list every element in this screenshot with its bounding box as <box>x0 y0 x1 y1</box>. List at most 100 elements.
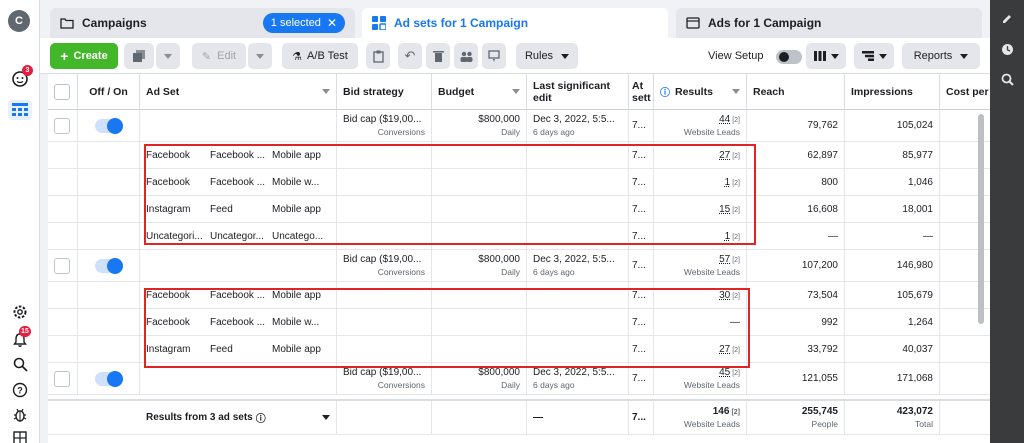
reach-cell: 33,792 <box>747 336 845 362</box>
adset-on-off-toggle[interactable] <box>94 117 123 134</box>
columns-button[interactable] <box>806 43 846 69</box>
info-icon[interactable]: ⓘ <box>256 410 266 425</box>
ads-manager-table-icon[interactable] <box>8 100 32 120</box>
clear-selection-close-icon[interactable]: ✕ <box>327 16 337 30</box>
tab-ad-sets[interactable]: Ad sets for 1 Campaign <box>362 8 668 38</box>
breakdown-row[interactable]: Facebook Facebook ... Mobile app 7... 30 [2] 7… <box>48 282 990 309</box>
reach-value: 16,608 <box>807 203 838 215</box>
results-value: 30 <box>719 289 731 301</box>
history-clock-icon[interactable] <box>998 40 1016 58</box>
settings-gear-icon[interactable] <box>10 302 30 322</box>
rules-button[interactable]: Rules <box>516 43 578 69</box>
results-value: 44 <box>719 114 731 125</box>
reports-label: Reports <box>913 50 953 62</box>
ab-test-button[interactable]: ⚗ A/B Test <box>282 43 358 69</box>
header-cost-per[interactable]: Cost per <box>940 74 990 110</box>
account-avatar[interactable]: C <box>8 10 30 32</box>
breakdown-button[interactable] <box>854 43 894 69</box>
clipboard-button[interactable] <box>366 43 390 69</box>
chevron-down-icon[interactable] <box>322 415 330 420</box>
breakdown-row[interactable]: Uncategori... Uncategor... Uncatego... 7...… <box>48 223 990 250</box>
view-setup-toggle[interactable] <box>776 50 802 64</box>
adset-on-off-toggle[interactable] <box>94 257 123 274</box>
impressions-cell: 40,037 <box>845 336 940 362</box>
header-impressions[interactable]: Impressions <box>845 74 940 110</box>
notifications-icon[interactable]: 3 <box>10 65 33 88</box>
results-line: 1 [2] <box>725 177 740 188</box>
duplicate-button[interactable] <box>124 43 154 69</box>
bug-report-icon[interactable] <box>10 405 30 425</box>
delete-button[interactable] <box>426 43 450 69</box>
breakdown-row[interactable]: Instagram Feed Mobile app 7... 27 [2] 33,792 40… <box>48 336 990 363</box>
undo-button[interactable]: ↶ <box>398 43 422 69</box>
reach-value: 33,792 <box>807 343 838 355</box>
sort-chevron-icon[interactable] <box>322 89 330 94</box>
last-edit-cell <box>527 309 629 335</box>
left-nav-rail: C 3 15 ? <box>0 0 40 443</box>
table-scrollbar[interactable] <box>978 114 984 324</box>
breakdown-row[interactable]: Facebook Facebook ... Mobile app 7... 27 [2] 6… <box>48 142 990 169</box>
reports-grid-icon[interactable] <box>10 428 30 443</box>
results-cell: 57 [2] Website Leads <box>654 250 747 281</box>
last-edit-cell <box>527 223 629 249</box>
tab-campaigns[interactable]: Campaigns 1 selected ✕ <box>50 8 355 38</box>
reach-value: 73,504 <box>807 289 838 301</box>
header-budget[interactable]: Budget <box>432 74 527 110</box>
adset-row[interactable]: Bid cap ($19,00... Conversions $800,000 Dai… <box>48 363 990 395</box>
totals-results-line: 146 [2] <box>713 406 740 417</box>
adset-on-off-toggle[interactable] <box>94 370 123 387</box>
duplicate-dropdown-button[interactable] <box>156 43 180 69</box>
edit-button[interactable]: ✎ Edit <box>192 43 246 69</box>
ad-set-name-cell: Uncategori... Uncategor... Uncatego... <box>140 223 337 249</box>
reports-button[interactable]: Reports <box>902 43 980 69</box>
breakdown-row[interactable]: Instagram Feed Mobile app 7... 15 [2] 16,608 18… <box>48 196 990 223</box>
header-last-edit[interactable]: Last significant edit <box>527 74 629 110</box>
impressions-cell: 1,046 <box>845 169 940 195</box>
ad-set-name-cell: Facebook Facebook ... Mobile app <box>140 282 337 308</box>
adset-row[interactable]: Bid cap ($19,00... Conversions $800,000 Dai… <box>48 110 990 142</box>
duplicate-icon <box>133 50 145 62</box>
help-icon[interactable]: ? <box>10 380 30 400</box>
search-icon[interactable] <box>10 354 30 374</box>
sort-chevron-icon[interactable] <box>512 89 520 94</box>
header-cost-per-label: Cost per <box>946 85 989 98</box>
attribution-value: 7... <box>632 373 646 384</box>
header-attribution[interactable]: At sett <box>629 74 654 110</box>
select-all-checkbox[interactable] <box>54 83 70 100</box>
header-bid-strategy[interactable]: Bid strategy <box>337 74 432 110</box>
breakdown-row[interactable]: Facebook Facebook ... Mobile w... 7... — 992 1… <box>48 309 990 336</box>
header-off-on[interactable]: Off / On <box>78 74 140 110</box>
preview-button[interactable] <box>482 43 506 69</box>
impressions-value: 171,068 <box>896 373 933 384</box>
reach-cell: 800 <box>747 169 845 195</box>
adset-row[interactable]: Bid cap ($19,00... Conversions $800,000 Dai… <box>48 250 990 282</box>
edit-dropdown-button[interactable] <box>248 43 272 69</box>
attribution-value: 7... <box>632 176 646 188</box>
zoom-search-icon[interactable] <box>998 70 1016 88</box>
header-results[interactable]: ⓘ Results <box>654 74 747 110</box>
tab-ads[interactable]: Ads for 1 Campaign <box>676 8 982 38</box>
impressions-value: 105,679 <box>896 289 933 301</box>
header-reach[interactable]: Reach <box>747 74 845 110</box>
results-cell: 27 [2] <box>654 336 747 362</box>
create-button[interactable]: + Create <box>50 43 118 69</box>
alerts-bell-icon[interactable]: 15 <box>10 326 31 350</box>
sort-chevron-icon[interactable] <box>732 89 740 94</box>
header-ad-set[interactable]: Ad Set <box>140 74 337 110</box>
totals-edit-cell: — <box>527 401 629 434</box>
row-checkbox[interactable] <box>54 257 70 274</box>
ad-set-name-cell: Facebook Facebook ... Mobile app <box>140 142 337 168</box>
info-icon[interactable]: ⓘ <box>660 84 670 99</box>
ad-set-name-cell: Facebook Facebook ... Mobile w... <box>140 309 337 335</box>
totals-attr-value: 7... <box>632 412 646 423</box>
breakdown-row[interactable]: Facebook Facebook ... Mobile w... 7... 1 [2] 8… <box>48 169 990 196</box>
attribution-cell: 7... <box>629 309 654 335</box>
last-edit-sub: 6 days ago <box>533 380 575 390</box>
edit-pencil-icon[interactable] <box>998 10 1016 28</box>
row-checkbox[interactable] <box>54 370 70 387</box>
row-checkbox[interactable] <box>54 117 70 134</box>
chevron-down-icon <box>960 53 969 59</box>
reach-value: 992 <box>821 316 838 328</box>
audience-button[interactable] <box>454 43 478 69</box>
selected-count-pill[interactable]: 1 selected ✕ <box>262 13 345 33</box>
